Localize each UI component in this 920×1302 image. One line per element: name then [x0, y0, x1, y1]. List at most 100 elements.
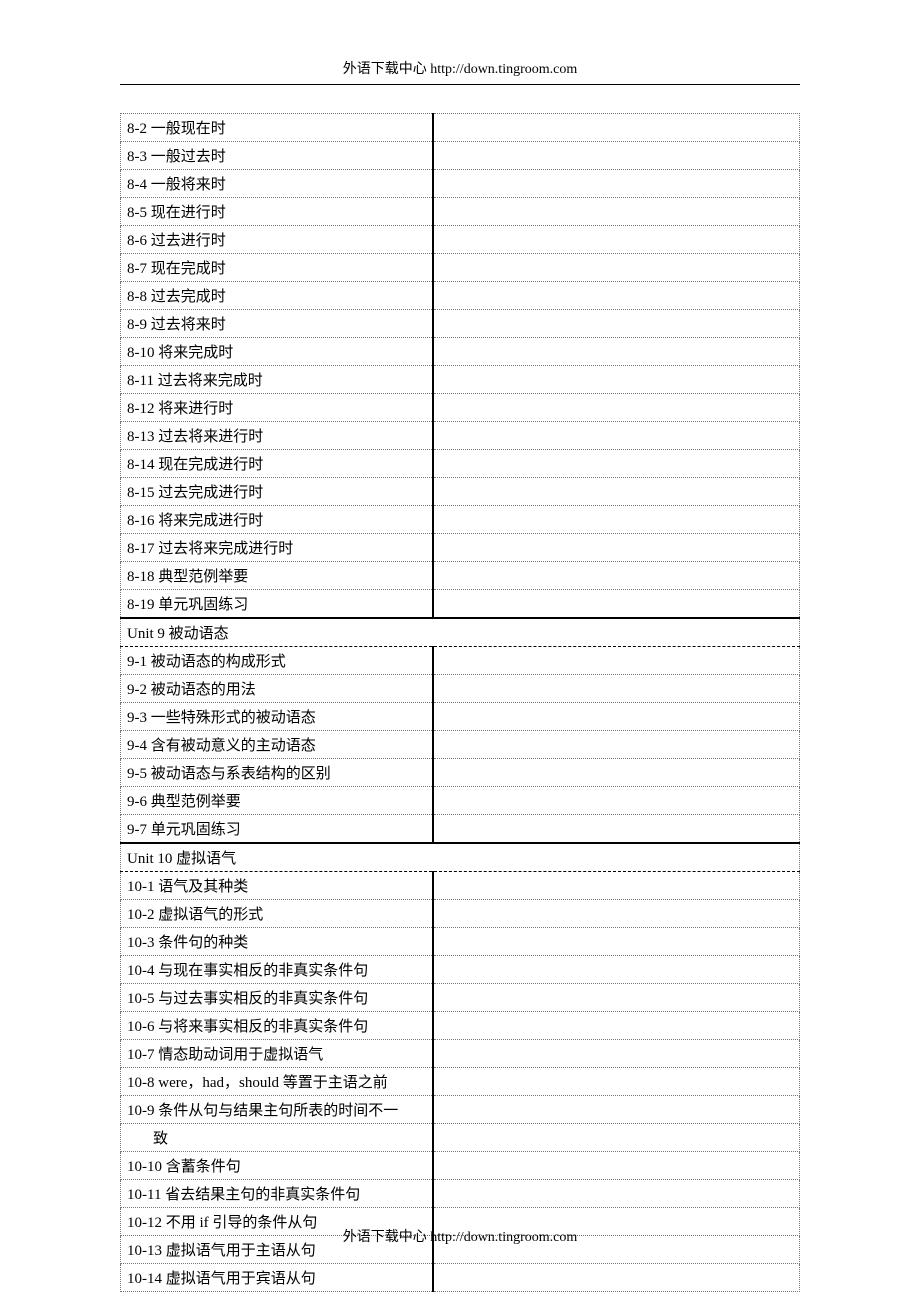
toc-entry: 9-5 被动语态与系表结构的区别 [121, 759, 433, 787]
toc-page-cell [433, 394, 800, 422]
toc-entry: 9-4 含有被动意义的主动语态 [121, 731, 433, 759]
toc-page-cell [433, 114, 800, 142]
toc-entry: 10-11 省去结果主句的非真实条件句 [121, 1180, 433, 1208]
table-row: 8-17 过去将来完成进行时 [121, 534, 800, 562]
toc-entry: 9-6 典型范例举要 [121, 787, 433, 815]
table-row: 8-7 现在完成时 [121, 254, 800, 282]
page-header: 外语下载中心 http://down.tingroom.com [0, 0, 920, 85]
table-row: 9-7 单元巩固练习 [121, 815, 800, 844]
table-row: 10-9 条件从句与结果主句所表的时间不一 [121, 1096, 800, 1124]
toc-entry: 9-3 一些特殊形式的被动语态 [121, 703, 433, 731]
toc-page-cell [433, 1124, 800, 1152]
page-footer: 外语下载中心 http://down.tingroom.com [0, 1226, 920, 1246]
toc-page-cell [433, 562, 800, 590]
table-row: 8-4 一般将来时 [121, 170, 800, 198]
toc-page-cell [433, 254, 800, 282]
toc-page-cell [433, 198, 800, 226]
toc-page-cell [433, 170, 800, 198]
table-row: 9-2 被动语态的用法 [121, 675, 800, 703]
table-row: 8-8 过去完成时 [121, 282, 800, 310]
toc-entry: 8-2 一般现在时 [121, 114, 433, 142]
toc-page-cell [433, 1012, 800, 1040]
table-row: 8-5 现在进行时 [121, 198, 800, 226]
toc-entry: 8-15 过去完成进行时 [121, 478, 433, 506]
toc-page-cell [433, 759, 800, 787]
header-text: 外语下载中心 http://down.tingroom.com [343, 62, 578, 77]
toc-page-cell [433, 928, 800, 956]
toc-entry: 8-10 将来完成时 [121, 338, 433, 366]
toc-entry: 9-1 被动语态的构成形式 [121, 647, 433, 675]
toc-page-cell [433, 815, 800, 844]
toc-entry: 10-14 虚拟语气用于宾语从句 [121, 1264, 433, 1292]
unit-header-row: Unit 9 被动语态 [121, 618, 800, 647]
toc-entry: 8-16 将来完成进行时 [121, 506, 433, 534]
toc-entry: 10-6 与将来事实相反的非真实条件句 [121, 1012, 433, 1040]
toc-page-cell [433, 422, 800, 450]
toc-page-cell [433, 1096, 800, 1124]
unit-title: Unit 10 虚拟语气 [121, 843, 800, 872]
toc-entry-continuation: 致 [121, 1124, 433, 1152]
toc-page-cell [433, 1264, 800, 1292]
toc-entry: 10-8 were，had，should 等置于主语之前 [121, 1068, 433, 1096]
table-row: 9-3 一些特殊形式的被动语态 [121, 703, 800, 731]
content-area: 8-2 一般现在时 8-3 一般过去时 8-4 一般将来时 8-5 现在进行时 … [120, 113, 800, 1292]
toc-entry: 8-5 现在进行时 [121, 198, 433, 226]
table-row: 10-8 were，had，should 等置于主语之前 [121, 1068, 800, 1096]
table-row: 10-3 条件句的种类 [121, 928, 800, 956]
toc-entry: 9-7 单元巩固练习 [121, 815, 433, 844]
toc-entry: 9-2 被动语态的用法 [121, 675, 433, 703]
toc-page-cell [433, 310, 800, 338]
toc-page-cell [433, 675, 800, 703]
table-row: 8-14 现在完成进行时 [121, 450, 800, 478]
toc-page-cell [433, 1152, 800, 1180]
toc-entry: 10-4 与现在事实相反的非真实条件句 [121, 956, 433, 984]
toc-entry: 10-10 含蓄条件句 [121, 1152, 433, 1180]
toc-page-cell [433, 1180, 800, 1208]
toc-entry: 8-19 单元巩固练习 [121, 590, 433, 619]
table-row: 10-10 含蓄条件句 [121, 1152, 800, 1180]
table-row: 10-11 省去结果主句的非真实条件句 [121, 1180, 800, 1208]
table-row: 8-16 将来完成进行时 [121, 506, 800, 534]
toc-page-cell [433, 226, 800, 254]
toc-page-cell [433, 478, 800, 506]
toc-entry: 8-12 将来进行时 [121, 394, 433, 422]
table-row: 8-13 过去将来进行时 [121, 422, 800, 450]
toc-page-cell [433, 1068, 800, 1096]
toc-page-cell [433, 703, 800, 731]
toc-page-cell [433, 450, 800, 478]
table-row: 9-6 典型范例举要 [121, 787, 800, 815]
toc-entry: 8-8 过去完成时 [121, 282, 433, 310]
table-row: 8-15 过去完成进行时 [121, 478, 800, 506]
table-row: 10-14 虚拟语气用于宾语从句 [121, 1264, 800, 1292]
table-row: 8-2 一般现在时 [121, 114, 800, 142]
table-row: 8-18 典型范例举要 [121, 562, 800, 590]
header-rule [120, 84, 800, 85]
unit-title: Unit 9 被动语态 [121, 618, 800, 647]
toc-entry: 8-14 现在完成进行时 [121, 450, 433, 478]
table-row: 9-5 被动语态与系表结构的区别 [121, 759, 800, 787]
toc-page-cell [433, 366, 800, 394]
toc-page-cell [433, 1040, 800, 1068]
toc-entry: 8-6 过去进行时 [121, 226, 433, 254]
toc-page-cell [433, 590, 800, 619]
toc-page-cell [433, 956, 800, 984]
toc-page-cell [433, 984, 800, 1012]
toc-entry: 8-11 过去将来完成时 [121, 366, 433, 394]
table-row: 8-19 单元巩固练习 [121, 590, 800, 619]
toc-page-cell [433, 142, 800, 170]
table-row: 9-4 含有被动意义的主动语态 [121, 731, 800, 759]
table-row: 8-11 过去将来完成时 [121, 366, 800, 394]
toc-page-cell [433, 787, 800, 815]
toc-entry: 8-4 一般将来时 [121, 170, 433, 198]
toc-entry: 10-7 情态助动词用于虚拟语气 [121, 1040, 433, 1068]
toc-entry: 10-2 虚拟语气的形式 [121, 900, 433, 928]
toc-entry: 8-13 过去将来进行时 [121, 422, 433, 450]
table-row: 10-4 与现在事实相反的非真实条件句 [121, 956, 800, 984]
footer-text: 外语下载中心 http://down.tingroom.com [343, 1230, 578, 1245]
table-row: 10-2 虚拟语气的形式 [121, 900, 800, 928]
toc-entry: 8-9 过去将来时 [121, 310, 433, 338]
toc-page-cell [433, 506, 800, 534]
toc-entry: 10-9 条件从句与结果主句所表的时间不一 [121, 1096, 433, 1124]
table-row: 8-12 将来进行时 [121, 394, 800, 422]
unit-header-row: Unit 10 虚拟语气 [121, 843, 800, 872]
